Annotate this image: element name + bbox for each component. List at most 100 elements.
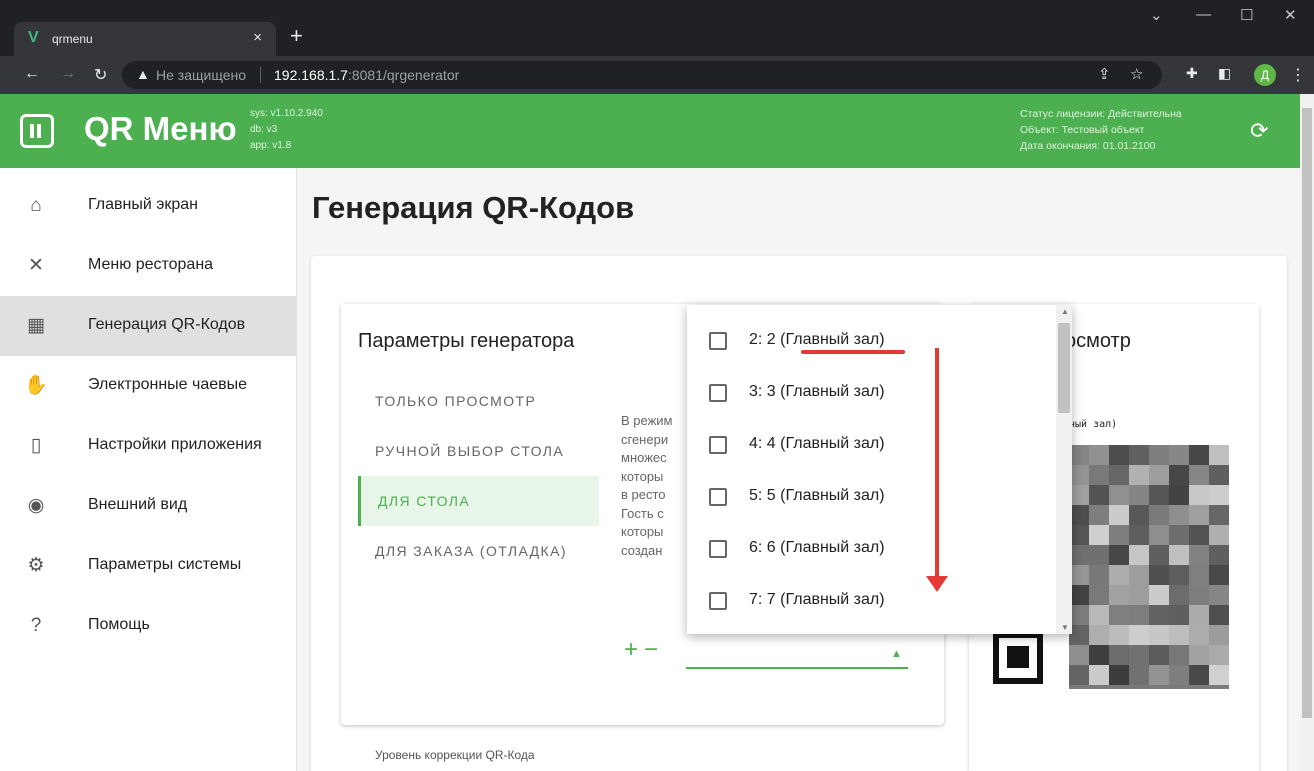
- plus-button[interactable]: +: [624, 636, 644, 663]
- qr-cell: [1129, 665, 1149, 685]
- tab-view-only[interactable]: ТОЛЬКО ПРОСМОТР: [358, 376, 599, 426]
- tab-search-icon[interactable]: ⌄: [1150, 6, 1163, 24]
- table-select-underline[interactable]: [686, 667, 908, 669]
- list-item[interactable]: 2: 2 (Главный зал): [687, 315, 1057, 367]
- table-dropdown: 2: 2 (Главный зал) 3: 3 (Главный зал) 4:…: [687, 305, 1072, 634]
- eye-icon: ◉: [27, 495, 45, 516]
- qr-cell: [1109, 565, 1129, 585]
- qr-cell: [1209, 585, 1229, 605]
- desc-line: сгенери: [621, 431, 669, 447]
- sidebar-item-label: Настройки приложения: [88, 436, 262, 453]
- sidebar-item-menu[interactable]: ✕ Меню ресторана: [0, 236, 297, 296]
- annotation-underline: [801, 350, 905, 354]
- qr-cell: [1089, 505, 1109, 525]
- forward-icon[interactable]: →: [60, 65, 76, 83]
- qr-cell: [1069, 665, 1089, 685]
- page-scrollbar[interactable]: [1300, 94, 1314, 771]
- list-item[interactable]: 5: 5 (Главный зал): [687, 471, 1057, 523]
- qr-cell: [1069, 505, 1089, 525]
- qr-cell: [1129, 485, 1149, 505]
- more-menu-icon[interactable]: ⋮: [1290, 65, 1306, 85]
- side-panel-icon[interactable]: ◧: [1218, 65, 1231, 82]
- dropdown-scrollbar[interactable]: ▲ ▼: [1056, 305, 1072, 634]
- qr-cell: [1209, 505, 1229, 525]
- qr-icon: ▦: [27, 315, 45, 336]
- qr-cell: [1069, 645, 1089, 665]
- list-item[interactable]: 3: 3 (Главный зал): [687, 367, 1057, 419]
- qr-cell: [1149, 445, 1169, 465]
- reload-icon[interactable]: ↻: [94, 65, 107, 85]
- back-icon[interactable]: ←: [24, 65, 40, 83]
- qr-cell: [1149, 625, 1169, 645]
- sidebar-item-app-settings[interactable]: ▯ Настройки приложения: [0, 416, 297, 476]
- phone-settings-icon: ▯: [30, 435, 42, 456]
- minimize-icon[interactable]: —: [1196, 6, 1211, 23]
- checkbox[interactable]: [709, 488, 727, 506]
- checkbox[interactable]: [709, 592, 727, 610]
- browser-tab-strip: V qrmenu × + ⌄ — ☐ ✕: [0, 0, 1314, 56]
- qr-cell: [1189, 605, 1209, 625]
- help-icon: ?: [30, 615, 42, 636]
- scrollbar-thumb[interactable]: [1302, 108, 1312, 718]
- maximize-icon[interactable]: ☐: [1240, 6, 1253, 24]
- sidebar-item-tips[interactable]: ✋ Электронные чаевые: [0, 356, 297, 416]
- qr-cell: [1169, 625, 1189, 645]
- qr-cell: [1089, 545, 1109, 565]
- profile-avatar[interactable]: Д: [1254, 64, 1276, 86]
- tab-for-order[interactable]: ДЛЯ ЗАКАЗА (ОТЛАДКА): [358, 526, 599, 576]
- new-tab-button[interactable]: +: [290, 22, 303, 50]
- annotation-arrow: [935, 348, 939, 580]
- checkbox[interactable]: [709, 384, 727, 402]
- qr-cell: [1129, 505, 1149, 525]
- checkbox[interactable]: [709, 540, 727, 558]
- caret-up-icon[interactable]: ▲: [891, 648, 902, 660]
- qr-cell: [1109, 605, 1129, 625]
- sidebar-item-system[interactable]: ⚙ Параметры системы: [0, 536, 297, 596]
- qr-cell: [1149, 605, 1169, 625]
- plus-minus-controls: +−: [624, 636, 664, 664]
- qr-cell: [1109, 665, 1129, 685]
- list-item[interactable]: 7: 7 (Главный зал): [687, 575, 1057, 627]
- tab-label: ДЛЯ ЗАКАЗА (ОТЛАДКА): [375, 543, 567, 559]
- qr-cell: [1189, 505, 1209, 525]
- scrollbar-thumb[interactable]: [1058, 323, 1070, 413]
- close-tab-icon[interactable]: ×: [253, 29, 262, 46]
- close-window-icon[interactable]: ✕: [1284, 6, 1297, 24]
- screen: { "browser": { "tab_title": "qrmenu", "n…: [0, 0, 1314, 771]
- qr-cell: [1169, 545, 1189, 565]
- qr-cell: [1149, 665, 1169, 685]
- qr-cell: [1069, 605, 1089, 625]
- list-item[interactable]: 6: 6 (Главный зал): [687, 523, 1057, 575]
- qr-cell: [1089, 585, 1109, 605]
- tab-for-table[interactable]: ДЛЯ СТОЛА: [358, 476, 599, 526]
- option-label: 6: 6 (Главный зал): [749, 539, 885, 556]
- url-path: :8081/qrgenerator: [347, 67, 460, 83]
- warning-icon: ▲: [136, 66, 150, 82]
- ecc-label: Уровень коррекции QR-Кода: [375, 748, 535, 762]
- qr-cell: [1089, 565, 1109, 585]
- extensions-icon[interactable]: ✚: [1186, 65, 1198, 82]
- annotation-arrow-head: [926, 576, 948, 592]
- list-item[interactable]: 4: 4 (Главный зал): [687, 419, 1057, 471]
- checkbox[interactable]: [709, 332, 727, 350]
- qr-cell: [1069, 525, 1089, 545]
- scroll-down-icon[interactable]: ▼: [1061, 623, 1069, 632]
- browser-tab[interactable]: V qrmenu ×: [14, 22, 276, 56]
- version-db: db: v3: [250, 124, 278, 135]
- sidebar-item-appearance[interactable]: ◉ Внешний вид: [0, 476, 297, 536]
- minus-button[interactable]: −: [644, 636, 664, 663]
- refresh-icon[interactable]: ⟳: [1250, 118, 1268, 144]
- gear-icon: ⚙: [27, 555, 45, 576]
- sidebar-item-qr[interactable]: ▦ Генерация QR-Кодов: [0, 296, 297, 356]
- bookmark-star-icon[interactable]: ☆: [1130, 65, 1143, 83]
- share-icon[interactable]: ⇪: [1098, 65, 1111, 83]
- checkbox[interactable]: [709, 436, 727, 454]
- qr-cell: [1109, 545, 1129, 565]
- qr-cell: [1089, 605, 1109, 625]
- sidebar-item-home[interactable]: ⌂ Главный экран: [0, 176, 297, 236]
- tab-manual-table[interactable]: РУЧНОЙ ВЫБОР СТОЛА: [358, 426, 599, 476]
- scroll-up-icon[interactable]: ▲: [1061, 307, 1069, 316]
- address-bar[interactable]: ▲ Не защищено 192.168.1.7:8081/qrgenerat…: [122, 61, 1162, 89]
- qr-cell: [1069, 565, 1089, 585]
- sidebar-item-help[interactable]: ? Помощь: [0, 596, 297, 656]
